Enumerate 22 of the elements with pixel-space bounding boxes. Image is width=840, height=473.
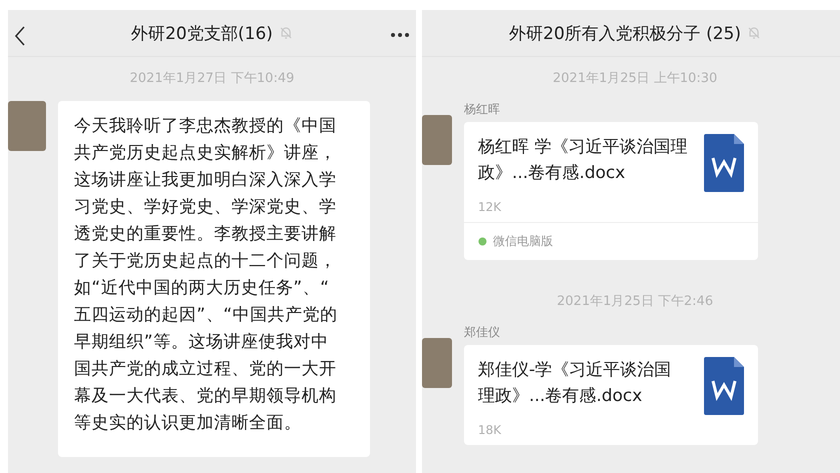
file-message[interactable]: 郑佳仪-学《习近平谈治国理政》...卷有感.docx 18K — [464, 345, 758, 445]
file-message[interactable]: 杨红晖 学《习近平谈治国理政》...卷有感.docx 12K 微信电脑版 — [464, 122, 758, 260]
avatar-photo-placeholder[interactable] — [8, 101, 46, 151]
chat-title: 外研20所有入党积极分子 (25) — [509, 22, 741, 44]
file-size: 12K — [477, 200, 502, 216]
sender-name: 郑佳仪 — [464, 324, 501, 341]
word-document-icon — [704, 134, 744, 192]
file-name: 杨红晖 学《习近平谈治国理政》...卷有感.docx — [478, 136, 688, 185]
avatar-photo-placeholder[interactable] — [422, 115, 452, 165]
back-icon[interactable] — [14, 26, 26, 46]
message-timestamp: 2021年1月25日 上午10:30 — [552, 70, 718, 87]
message-timestamp: 2021年1月27日 下午10:49 — [130, 70, 294, 87]
message-text: 今天我聆听了李忠杰教授的《中国 共产党历史起点史实解析》讲座， 这场讲座让我更加明白深入深入学 习党史、学好党史、学深党史、学 透党史的重要性。李教授主要讲解 了关于党历史起点的十二个问题， 如“近代中国的两大历史任务”、“ 五四运动的起因”、“中国共产党的 早期组织”等。这场讲座使我对中 国共产党的成立过程、党的一大开 幕及一大代表、党的早期领导机构 等史实的认识更加清晰全面。 — [58, 101, 370, 457]
more-icon[interactable] — [390, 32, 410, 38]
chat-title: 外研20党支部(16) — [131, 22, 273, 44]
message-timestamp: 2021年1月25日 下午2:46 — [556, 293, 714, 310]
file-size: 18K — [477, 423, 502, 439]
source-label: 微信电脑版 — [493, 233, 553, 250]
file-name: 郑佳仪-学《习近平谈治国理政》...卷有感.docx — [478, 359, 672, 408]
sender-name: 杨红晖 — [464, 101, 501, 118]
word-document-icon — [704, 357, 744, 415]
avatar-photo-placeholder[interactable] — [422, 338, 452, 388]
